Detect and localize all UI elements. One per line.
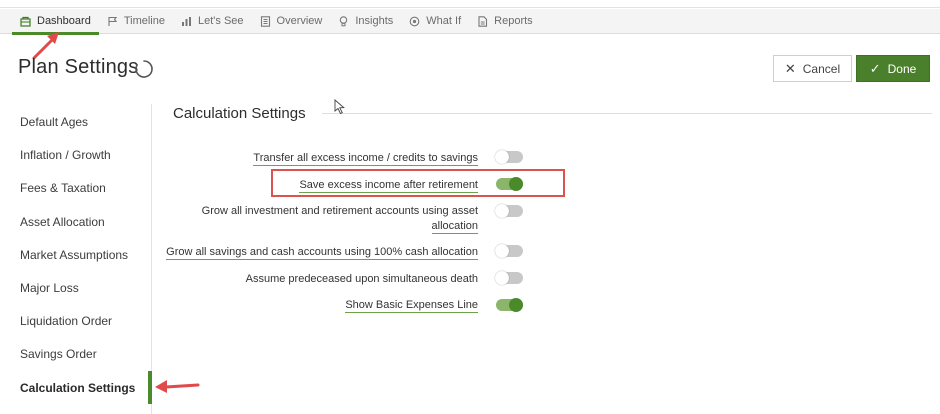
page-title: Plan Settings [18, 56, 139, 78]
setting-show-basic-expenses-line: Show Basic Expenses Line [345, 298, 478, 313]
timeline-flag-icon [107, 16, 118, 27]
sidebar-item-major-loss[interactable]: Major Loss [20, 281, 79, 295]
done-button-label: Done [887, 61, 917, 76]
what-if-icon [409, 16, 420, 27]
nav-tab-what-if[interactable]: What If [401, 9, 469, 34]
document-icon [260, 15, 271, 27]
nav-tab-label: Dashboard [37, 15, 91, 27]
toggle-knob [495, 150, 509, 164]
sidebar-item-asset-allocation[interactable]: Asset Allocation [20, 215, 105, 229]
setting-label: Show Basic Expenses Line [345, 299, 478, 313]
annotation-highlight-box [271, 169, 565, 197]
nav-tab-label: Let's See [198, 15, 244, 27]
close-icon: ✕ [784, 60, 796, 76]
nav-tab-label: Insights [355, 15, 394, 27]
nav-tab-label: Reports [494, 15, 533, 27]
nav-tab-label: Overview [276, 15, 323, 27]
lightbulb-icon [338, 15, 349, 27]
check-icon: ✓ [869, 60, 881, 76]
loading-spinner-icon [135, 60, 153, 78]
toggle-grow-investment-accounts[interactable] [495, 204, 523, 218]
section-title: Calculation Settings [173, 105, 306, 122]
setting-label-line2: allocation [431, 220, 478, 234]
setting-label: Grow all investment and retirement accou… [201, 205, 478, 217]
setting-transfer-excess-income: Transfer all excess income / credits to … [253, 151, 478, 166]
setting-grow-savings-accounts: Grow all savings and cash accounts using… [166, 245, 478, 260]
nav-tab-label: Timeline [123, 15, 165, 27]
setting-label: Transfer all excess income / credits to … [253, 152, 478, 166]
sidebar-item-savings-order[interactable]: Savings Order [20, 347, 97, 361]
setting-label: Assume predeceased upon simultaneous dea… [245, 273, 478, 285]
toggle-knob [495, 204, 509, 218]
cancel-button[interactable]: ✕ Cancel [773, 55, 852, 82]
bar-chart-icon [181, 16, 192, 27]
toggle-grow-savings-accounts[interactable] [495, 244, 523, 258]
section-divider [322, 113, 932, 114]
done-button[interactable]: ✓ Done [856, 55, 930, 82]
toggle-transfer-excess-income[interactable] [495, 150, 523, 164]
cancel-button-label: Cancel [802, 61, 841, 76]
sidebar-item-inflation-growth[interactable]: Inflation / Growth [20, 148, 111, 162]
sidebar-item-default-ages[interactable]: Default Ages [20, 115, 88, 129]
sidebar-item-market-assumptions[interactable]: Market Assumptions [20, 248, 128, 262]
nav-tab-lets-see[interactable]: Let's See [173, 9, 252, 34]
nav-tab-label: What If [426, 15, 462, 27]
report-icon [477, 15, 488, 27]
setting-label: Grow all savings and cash accounts using… [166, 246, 478, 260]
nav-tab-timeline[interactable]: Timeline [99, 9, 173, 34]
toggle-knob [495, 244, 509, 258]
toggle-show-basic-expenses-line[interactable] [496, 298, 523, 312]
annotation-arrow-calculation-settings [155, 380, 200, 393]
nav-tab-reports[interactable]: Reports [469, 9, 541, 34]
mouse-cursor-icon [334, 99, 345, 115]
setting-assume-predeceased: Assume predeceased upon simultaneous dea… [246, 272, 478, 287]
sidebar-item-liquidation-order[interactable]: Liquidation Order [20, 314, 112, 328]
top-strip [0, 0, 940, 8]
toggle-knob [495, 271, 509, 285]
nav-tab-overview[interactable]: Overview [252, 9, 331, 34]
toggle-knob [509, 298, 523, 312]
toggle-assume-predeceased[interactable] [495, 271, 523, 285]
nav-tab-insights[interactable]: Insights [330, 9, 401, 34]
setting-grow-investment-accounts: Grow all investment and retirement accou… [202, 204, 478, 234]
main-nav: Dashboard Timeline Let's See Overview In… [0, 9, 940, 35]
sidebar-item-calculation-settings[interactable]: Calculation Settings [20, 381, 135, 395]
dashboard-icon [20, 16, 31, 27]
sidebar-item-fees-taxation[interactable]: Fees & Taxation [20, 181, 106, 195]
